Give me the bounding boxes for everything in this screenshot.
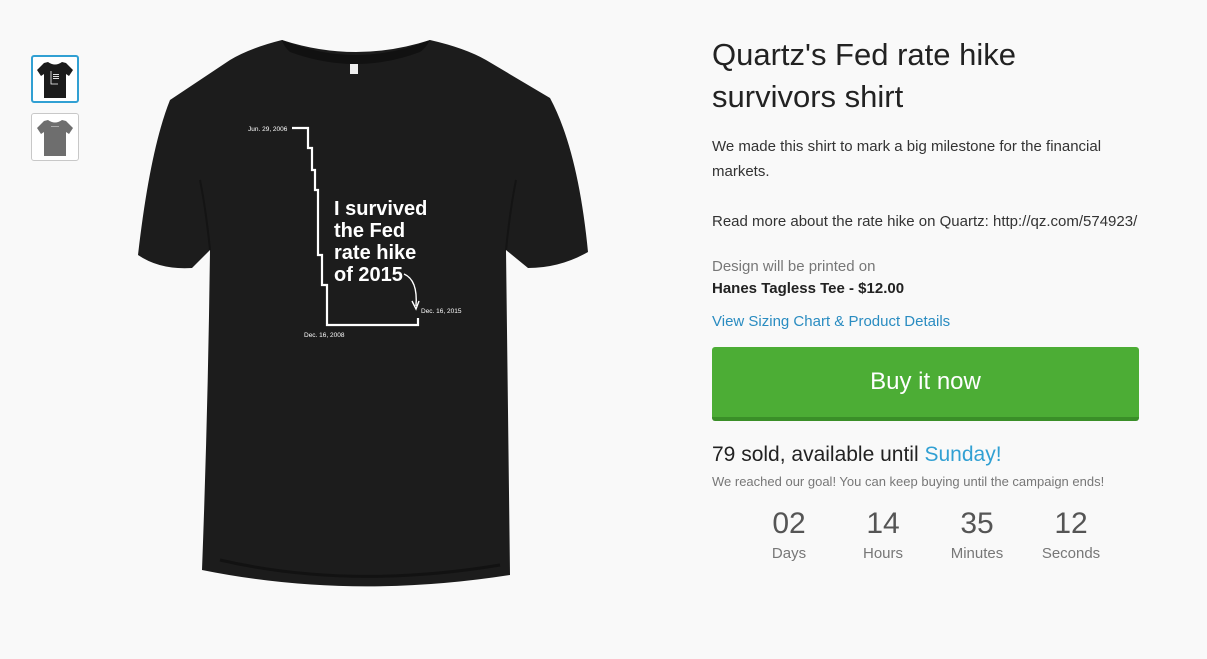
product-page: I survived the Fed rate hike of 2015 Jun… xyxy=(0,0,1207,659)
until-day: Sunday! xyxy=(924,443,1002,466)
shirt-date-end: Dec. 16, 2015 xyxy=(421,308,462,315)
black-shirt-thumbnail-icon xyxy=(37,62,73,98)
printed-on-label: Design will be printed on xyxy=(712,258,876,275)
countdown-value: 14 xyxy=(866,507,900,540)
countdown-value: 12 xyxy=(1054,507,1088,540)
countdown-label: Days xyxy=(771,545,807,562)
product-info: Quartz's Fed rate hike survivors shirt W… xyxy=(712,34,1142,565)
product-title: Quartz's Fed rate hike survivors shirt xyxy=(712,37,1016,114)
countdown-value: 35 xyxy=(960,507,994,540)
thumbnail-list xyxy=(31,55,81,171)
countdown-minutes: 35 Minutes xyxy=(930,505,1024,565)
gray-shirt-thumbnail-icon xyxy=(37,120,73,156)
tshirt-image: I survived the Fed rate hike of 2015 Jun… xyxy=(138,40,588,587)
countdown-hours: 14 Hours xyxy=(836,505,930,565)
product-description: We made this shirt to mark a big milesto… xyxy=(712,138,1102,180)
shirt-headline-line-1: I survived xyxy=(334,198,427,220)
countdown-timer: 02 Days 14 Hours 35 Minutes 12 Seconds xyxy=(742,505,1142,565)
sold-text: 79 sold, available until xyxy=(712,443,925,466)
shirt-headline-line-4: of 2015 xyxy=(334,264,403,286)
sold-status: 79 sold, available until Sunday! xyxy=(712,441,1142,469)
countdown-seconds: 12 Seconds xyxy=(1024,505,1118,565)
countdown-label: Seconds xyxy=(1041,545,1101,562)
printed-on-product: Hanes Tagless Tee - $12.00 xyxy=(712,280,905,297)
product-image: I survived the Fed rate hike of 2015 Jun… xyxy=(130,30,600,600)
thumbnail-black-shirt[interactable] xyxy=(31,55,79,103)
shirt-headline-line-3: rate hike xyxy=(334,242,416,264)
thumbnail-gray-shirt[interactable] xyxy=(31,113,79,161)
sizing-chart-link[interactable]: View Sizing Chart & Product Details xyxy=(712,313,950,330)
shirt-date-low: Dec. 16, 2008 xyxy=(304,332,345,339)
product-read-more: Read more about the rate hike on Quartz:… xyxy=(712,213,1138,230)
countdown-label: Hours xyxy=(862,545,903,562)
countdown-label: Minutes xyxy=(950,545,1004,562)
countdown-value: 02 xyxy=(772,507,806,540)
shirt-date-start: Jun. 29, 2006 xyxy=(248,126,288,133)
countdown-days: 02 Days xyxy=(742,505,836,565)
buy-now-button[interactable]: Buy it now xyxy=(712,347,1139,421)
goal-note: We reached our goal! You can keep buying… xyxy=(712,474,1105,489)
shirt-headline-line-2: the Fed xyxy=(334,220,405,242)
